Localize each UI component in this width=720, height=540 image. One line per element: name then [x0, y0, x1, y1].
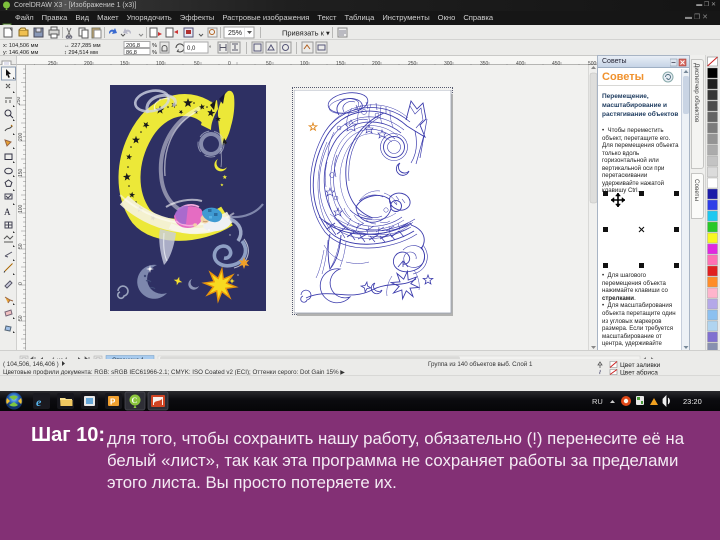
svg-text:23:20: 23:20	[683, 397, 702, 406]
svg-text:x: 104,506 мм: x: 104,506 мм	[3, 43, 39, 49]
svg-text:50: 50	[18, 315, 24, 321]
svg-text:Привязать к ▾: Привязать к ▾	[282, 29, 330, 38]
svg-text:( 104,506, 146,406 ): ( 104,506, 146,406 )	[3, 361, 59, 368]
svg-text:Цвет заливки: Цвет заливки	[620, 362, 661, 369]
svg-text:Группа из 140 объектов выб. Сл: Группа из 140 объектов выб. Слой 1	[428, 361, 533, 368]
svg-text:50: 50	[18, 243, 24, 249]
svg-text:°: °	[209, 46, 212, 52]
svg-text:0,0: 0,0	[187, 46, 196, 52]
svg-text:150: 150	[18, 168, 24, 177]
svg-text:0: 0	[18, 282, 24, 285]
svg-text:250: 250	[17, 96, 22, 105]
svg-text:206,8: 206,8	[126, 43, 140, 49]
svg-text:e: e	[36, 395, 42, 409]
svg-text:100: 100	[18, 204, 24, 213]
svg-text:↔ 227,285 мм: ↔ 227,285 мм	[64, 43, 101, 49]
svg-text:RU: RU	[592, 397, 603, 406]
svg-text:P: P	[110, 398, 116, 407]
svg-text:C: C	[132, 396, 138, 405]
svg-text:200: 200	[18, 132, 24, 141]
svg-text:A: A	[4, 207, 11, 217]
svg-text:25%: 25%	[228, 30, 242, 37]
svg-text:%: %	[152, 43, 157, 49]
